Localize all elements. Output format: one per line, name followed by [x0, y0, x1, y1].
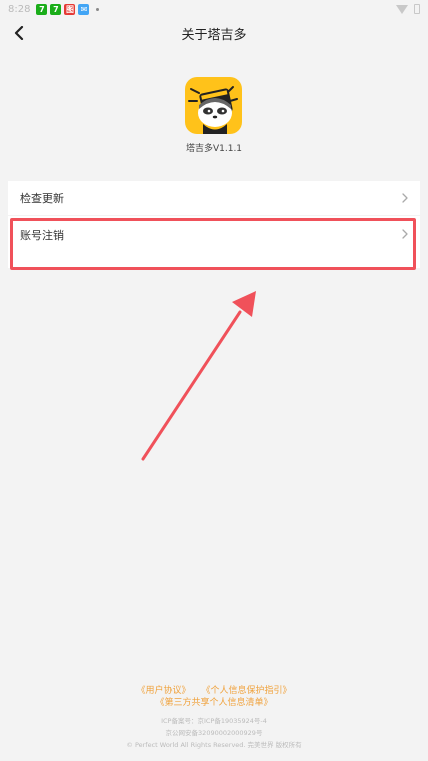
notification-app-icon: 7: [50, 3, 62, 15]
icp-text: ICP备案号：京ICP备19035924号-4: [161, 717, 267, 725]
footer-links-row: 《用户协议》 《个人信息保护指引》: [0, 685, 428, 697]
account-cancel-label: 账号注销: [20, 229, 64, 242]
status-time: 8:28: [8, 3, 31, 15]
notification-dot: [96, 7, 100, 11]
security-record-text: 京公网安备32090002000929号: [165, 729, 263, 737]
third-party-list-link[interactable]: 《第三方共享个人信息清单》: [155, 698, 272, 708]
app-version: 塔吉多V1.1.1: [185, 144, 243, 154]
notification-mail-icon: ✉: [78, 3, 90, 15]
chevron-left-icon: [14, 26, 24, 40]
footer-links-row: 《第三方共享个人信息清单》: [0, 697, 428, 709]
page-title: 关于塔吉多: [181, 27, 247, 43]
notification-app-icon: 图: [64, 3, 76, 15]
status-bar: 8:28 7 7 图 ✉: [0, 0, 428, 18]
header: 关于塔吉多: [0, 18, 428, 48]
notification-app-icon: 7: [36, 3, 48, 15]
footer: 《用户协议》 《个人信息保护指引》 《第三方共享个人信息清单》 ICP备案号：京…: [0, 685, 428, 751]
app-logo-icon: [185, 77, 242, 134]
battery-icon: [414, 4, 420, 14]
check-update-label: 检查更新: [20, 192, 64, 205]
check-update-item[interactable]: 检查更新: [8, 181, 420, 215]
chevron-right-icon: [402, 193, 408, 203]
wifi-icon: [396, 4, 408, 14]
account-cancel-item[interactable]: 账号注销: [8, 216, 420, 268]
privacy-guide-link[interactable]: 《个人信息保护指引》: [201, 686, 291, 696]
user-agreement-link[interactable]: 《用户协议》: [137, 686, 191, 696]
chevron-right-icon: [402, 229, 408, 239]
back-button[interactable]: [10, 24, 28, 42]
copyright-text: © Perfect World All Rights Reserved. 完美世…: [126, 741, 302, 749]
